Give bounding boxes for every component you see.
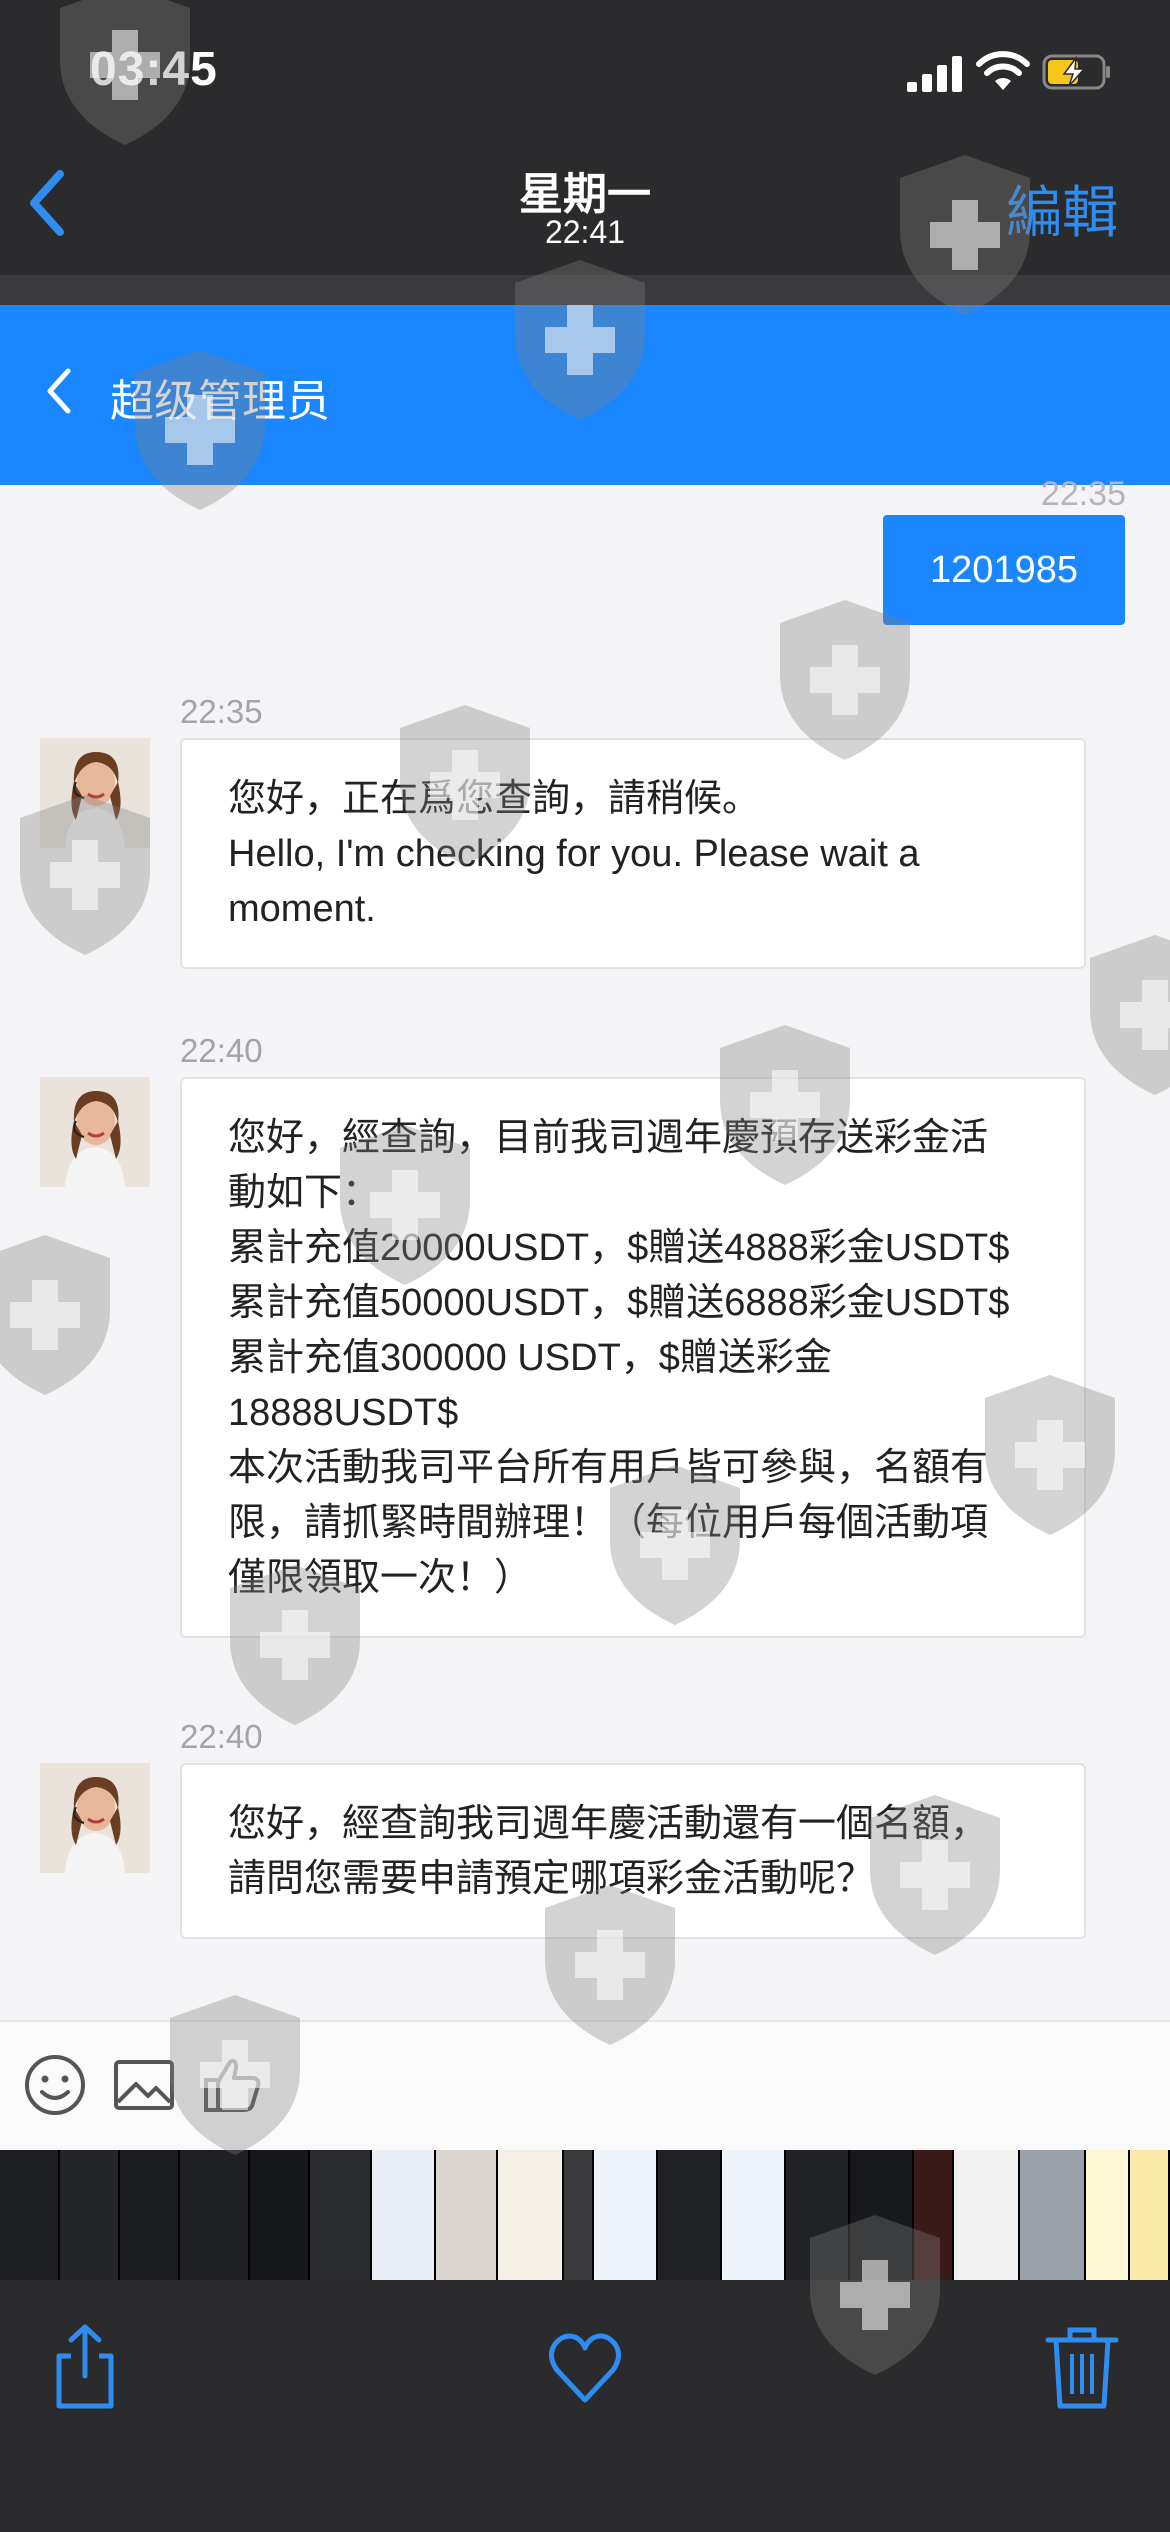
message-line: Hello, I'm checking for you. Please wait… <box>228 833 920 875</box>
photo-thumbnail[interactable] <box>1020 2150 1086 2280</box>
photos-header: 星期一 22:41 編輯 <box>0 140 1170 275</box>
chat-back-icon[interactable] <box>44 367 74 415</box>
message-line: 累計充值50000USDT，$贈送6888彩金USDT$ <box>228 1282 1010 1324</box>
photo-thumbnail[interactable] <box>564 2150 594 2280</box>
photo-thumbnail[interactable] <box>180 2150 250 2280</box>
photo-thumbnail[interactable] <box>250 2150 310 2280</box>
trash-icon[interactable] <box>1042 2322 1122 2412</box>
photo-thumbnail[interactable] <box>722 2150 786 2280</box>
wifi-icon <box>976 51 1030 90</box>
agent-avatar <box>40 1763 150 1873</box>
chat-app-bar: 超级管理员 <box>0 305 1170 485</box>
message-line: 18888USDT$ <box>228 1392 459 1434</box>
message-line: 累計充值20000USDT，$贈送4888彩金USDT$ <box>228 1227 1010 1269</box>
photo-thumbnail[interactable] <box>850 2150 914 2280</box>
photo-date: 星期一 <box>519 170 651 219</box>
message-line: 限，請抓緊時間辦理！（每位用戶每個活動項 <box>228 1502 989 1544</box>
emoji-icon[interactable] <box>20 2050 90 2120</box>
message-line: 您好，經查詢，目前我司週年慶預存送彩金活 <box>228 1117 989 1159</box>
photo-thumbnail[interactable] <box>310 2150 372 2280</box>
heart-icon[interactable] <box>545 2322 625 2412</box>
message-line: moment. <box>228 888 376 930</box>
received-message-bubble: 您好，經查詢我司週年慶活動還有一個名額， 請問您需要申請預定哪項彩金活動呢？ <box>180 1763 1086 1939</box>
photo-thumbnail[interactable] <box>786 2150 850 2280</box>
chat-screenshot: 超级管理员 22:35 1201985 22:35 您好，正在爲您查詢，請稍候。… <box>0 275 1170 2150</box>
photo-thumbnail[interactable] <box>594 2150 658 2280</box>
edit-button[interactable]: 編輯 <box>1006 168 1118 249</box>
message-line: 請問您需要申請預定哪項彩金活動呢？ <box>228 1858 875 1900</box>
photo-thumbnail[interactable] <box>498 2150 564 2280</box>
message-timestamp: 22:35 <box>180 693 263 730</box>
chat-input-bar <box>0 2020 1170 2150</box>
message-line: 本次活動我司平台所有用戶皆可參與，名額有 <box>228 1447 989 1489</box>
photo-thumbnail[interactable] <box>658 2150 722 2280</box>
sent-message-bubble: 1201985 <box>883 515 1125 625</box>
bottom-toolbar <box>0 2280 1170 2532</box>
photo-thumbnail[interactable] <box>1130 2150 1170 2280</box>
chat-title: 超级管理员 <box>110 377 330 426</box>
photo-thumbnail[interactable] <box>120 2150 180 2280</box>
photo-thumbnail-strip[interactable] <box>0 2150 1170 2280</box>
battery-charging-icon <box>1042 54 1110 90</box>
received-message-bubble: 您好，經查詢，目前我司週年慶預存送彩金活 動如下： 累計充值20000USDT，… <box>180 1077 1086 1638</box>
photo-thumbnail[interactable] <box>372 2150 436 2280</box>
cellular-signal-icon <box>907 56 962 92</box>
message-line: 您好，正在爲您查詢，請稍候。 <box>228 778 761 820</box>
photo-thumbnail[interactable] <box>436 2150 498 2280</box>
photo-thumbnail[interactable] <box>60 2150 120 2280</box>
photo-viewer: 03:45 星期一 22:41 編輯 超级管理员 22:35 1201985 2… <box>0 0 1170 2532</box>
message-timestamp: 22:40 <box>180 1718 263 1755</box>
message-line: 您好，經查詢我司週年慶活動還有一個名額， <box>228 1803 989 1845</box>
message-line: 動如下： <box>228 1172 381 1214</box>
status-bar: 03:45 <box>0 0 1170 140</box>
thumbs-up-icon[interactable] <box>198 2050 268 2120</box>
photo-thumbnail[interactable] <box>954 2150 1020 2280</box>
photo-thumbnail[interactable] <box>1086 2150 1130 2280</box>
message-timestamp: 22:40 <box>180 1032 263 1069</box>
photo-time: 22:41 <box>544 214 626 250</box>
photo-thumbnail[interactable] <box>914 2150 954 2280</box>
message-line: 累計充值300000 USDT，$贈送彩金 <box>228 1337 832 1379</box>
message-line: 僅限領取一次！） <box>228 1557 533 1599</box>
agent-avatar <box>40 1077 150 1187</box>
divider <box>0 275 1170 305</box>
photo-thumbnail[interactable] <box>0 2150 60 2280</box>
image-icon[interactable] <box>108 2050 178 2120</box>
received-message-bubble: 您好，正在爲您查詢，請稍候。 Hello, I'm checking for y… <box>180 738 1086 969</box>
share-icon[interactable] <box>45 2322 125 2412</box>
agent-avatar <box>40 738 150 848</box>
message-timestamp: 22:35 <box>1040 475 1126 513</box>
status-time: 03:45 <box>90 43 218 96</box>
